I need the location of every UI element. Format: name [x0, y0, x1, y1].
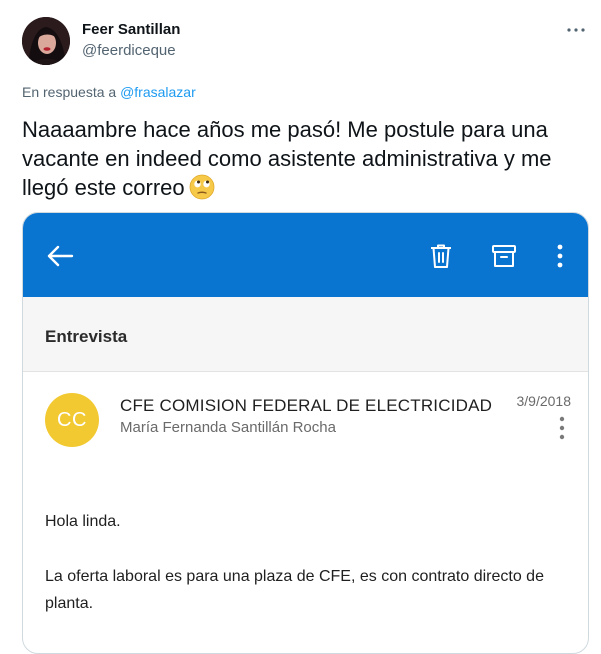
face-with-rolling-eyes-emoji — [189, 174, 215, 207]
message-more-icon[interactable] — [556, 415, 568, 441]
reply-mention-link[interactable]: @frasalazar — [120, 84, 196, 100]
email-app-bar — [23, 213, 588, 297]
recipient-name: María Fernanda Santillán Rocha — [120, 419, 336, 436]
ellipsis-icon[interactable] — [565, 20, 587, 40]
email-paragraph: La oferta laboral es para una plaza de C… — [45, 568, 544, 612]
reply-prefix: En respuesta a — [22, 84, 117, 100]
display-name[interactable]: Feer Santillan — [82, 21, 180, 38]
username-handle[interactable]: @feerdiceque — [82, 42, 176, 59]
archive-icon[interactable] — [489, 241, 519, 271]
more-vertical-icon[interactable] — [545, 241, 575, 271]
sender-avatar: CC — [45, 393, 99, 447]
email-date: 3/9/2018 — [516, 393, 572, 409]
email-subject: Entrevista — [45, 327, 128, 346]
avatar[interactable] — [22, 17, 70, 65]
reply-context: En respuesta a @frasalazar — [22, 84, 196, 100]
tweet-text-content: Naaaambre hace años me pasó! Me postule … — [22, 117, 552, 200]
tweet-image[interactable]: Entrevista CC CFE COMISION FEDERAL DE EL… — [22, 212, 589, 654]
back-arrow-icon[interactable] — [45, 241, 75, 271]
sender-name: CFE COMISION FEDERAL DE ELECTRICIDAD — [120, 396, 493, 415]
trash-icon[interactable] — [426, 241, 456, 271]
tweet-text: Naaaambre hace años me pasó! Me postule … — [22, 115, 582, 207]
subject-bar: Entrevista — [23, 297, 588, 372]
email-greeting: Hola linda. — [45, 513, 121, 530]
